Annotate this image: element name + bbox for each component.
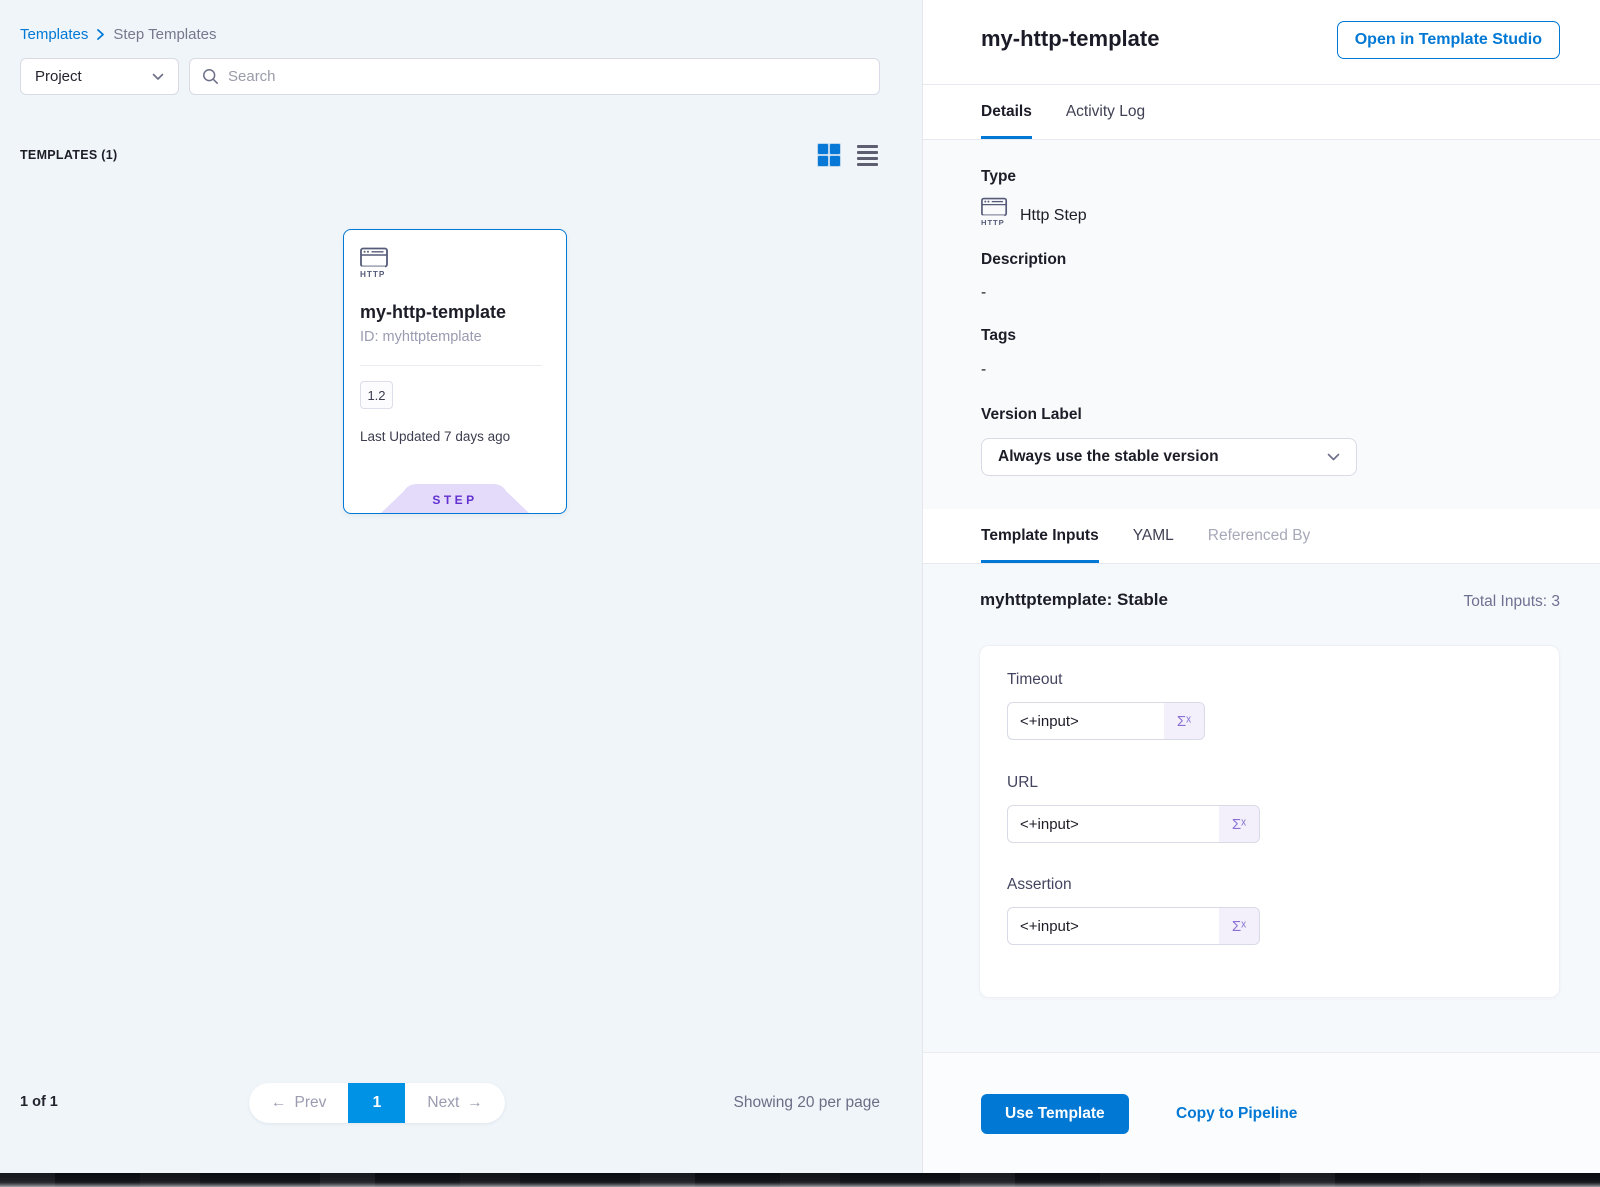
svg-text:HTTP: HTTP (360, 270, 385, 279)
step-ribbon: STEP (380, 484, 530, 514)
next-button[interactable]: Next → (405, 1083, 504, 1123)
use-template-button[interactable]: Use Template (981, 1094, 1129, 1134)
url-field: Σˣ (1007, 805, 1260, 843)
copy-to-pipeline-link[interactable]: Copy to Pipeline (1176, 1105, 1297, 1123)
chevron-down-icon (1327, 453, 1340, 462)
app-window: Templates Step Templates Project TEMPLAT… (0, 0, 1600, 1187)
description-label: Description (981, 251, 1066, 269)
search-icon (202, 68, 219, 85)
scope-select-value: Project (35, 68, 82, 85)
tags-label: Tags (981, 327, 1016, 345)
assertion-label: Assertion (1007, 876, 1072, 894)
templates-count-label: TEMPLATES (1) (20, 148, 117, 162)
version-badge: 1.2 (360, 381, 393, 409)
http-step-icon: HTTP (360, 247, 390, 286)
version-select-value: Always use the stable version (998, 448, 1219, 466)
per-page-label: Showing 20 per page (733, 1094, 880, 1112)
svg-text:HTTP: HTTP (981, 218, 1005, 227)
expression-sigma-icon[interactable]: Σˣ (1164, 703, 1204, 739)
expression-sigma-icon[interactable]: Σˣ (1219, 806, 1259, 842)
template-details-panel: my-http-template Open in Template Studio… (922, 0, 1600, 1173)
url-input[interactable] (1008, 806, 1219, 842)
panel-title: my-http-template (981, 26, 1159, 52)
tags-value: - (981, 361, 986, 379)
tab-activity-log[interactable]: Activity Log (1066, 85, 1145, 139)
template-card-id: ID: myhttptemplate (360, 329, 482, 345)
breadcrumb-current: Step Templates (113, 26, 216, 43)
arrow-right-icon: → (467, 1094, 483, 1112)
template-card-title: my-http-template (360, 302, 506, 323)
timeout-field: Σˣ (1007, 702, 1205, 740)
url-label: URL (1007, 774, 1038, 792)
pagination: ← Prev 1 Next → (249, 1083, 505, 1123)
view-toggles (818, 144, 878, 166)
description-value: - (981, 284, 986, 302)
search-input[interactable] (228, 68, 867, 85)
arrow-left-icon: ← (271, 1094, 287, 1112)
version-select[interactable]: Always use the stable version (981, 438, 1357, 476)
tab-template-inputs[interactable]: Template Inputs (981, 509, 1099, 563)
type-value: Http Step (1020, 207, 1087, 225)
inputs-title: myhttptemplate: Stable (980, 590, 1168, 610)
inputs-card: Timeout Σˣ URL Σˣ Assertion Σˣ (979, 645, 1560, 998)
timeout-label: Timeout (1007, 671, 1062, 689)
breadcrumb: Templates Step Templates (20, 26, 217, 43)
type-label: Type (981, 168, 1016, 186)
open-in-template-studio-button[interactable]: Open in Template Studio (1337, 21, 1560, 59)
prev-label: Prev (295, 1094, 327, 1112)
timeout-input[interactable] (1008, 703, 1164, 739)
card-divider (360, 365, 542, 366)
tab-yaml[interactable]: YAML (1133, 509, 1174, 563)
templates-list-panel: Templates Step Templates Project TEMPLAT… (0, 0, 922, 1173)
list-view-icon[interactable] (857, 145, 878, 166)
details-footer: Use Template Copy to Pipeline (923, 1052, 1600, 1173)
version-label: Version Label (981, 406, 1082, 424)
breadcrumb-link-templates[interactable]: Templates (20, 26, 88, 43)
tab-details[interactable]: Details (981, 85, 1032, 139)
last-updated-label: Last Updated 7 days ago (360, 429, 510, 444)
page-info: 1 of 1 (20, 1094, 58, 1110)
template-card[interactable]: HTTP my-http-template ID: myhttptemplate… (343, 229, 567, 514)
breadcrumb-chevron-icon (96, 28, 105, 41)
tab-referenced-by[interactable]: Referenced By (1208, 509, 1311, 563)
search-box (189, 58, 880, 95)
grid-view-icon[interactable] (818, 144, 840, 166)
desktop-background-strip (0, 1173, 1600, 1187)
inputs-tab-bar: Template Inputs YAML Referenced By (923, 509, 1600, 564)
chevron-down-icon (152, 73, 164, 81)
assertion-field: Σˣ (1007, 907, 1260, 945)
details-header: my-http-template Open in Template Studio (923, 0, 1600, 85)
total-inputs-label: Total Inputs: 3 (1463, 593, 1560, 611)
details-content: Type HTTP Http Step Description - Tags (923, 140, 1600, 509)
page-number-button[interactable]: 1 (348, 1083, 405, 1123)
prev-button[interactable]: ← Prev (249, 1083, 348, 1123)
http-step-type-icon: HTTP (981, 197, 1009, 234)
step-ribbon-label: STEP (380, 493, 530, 507)
expression-sigma-icon[interactable]: Σˣ (1219, 908, 1259, 944)
details-tab-bar: Details Activity Log (923, 85, 1600, 140)
assertion-input[interactable] (1008, 908, 1219, 944)
project-scope-select[interactable]: Project (20, 58, 179, 95)
next-label: Next (427, 1094, 459, 1112)
template-inputs-section: myhttptemplate: Stable Total Inputs: 3 T… (923, 564, 1600, 1052)
